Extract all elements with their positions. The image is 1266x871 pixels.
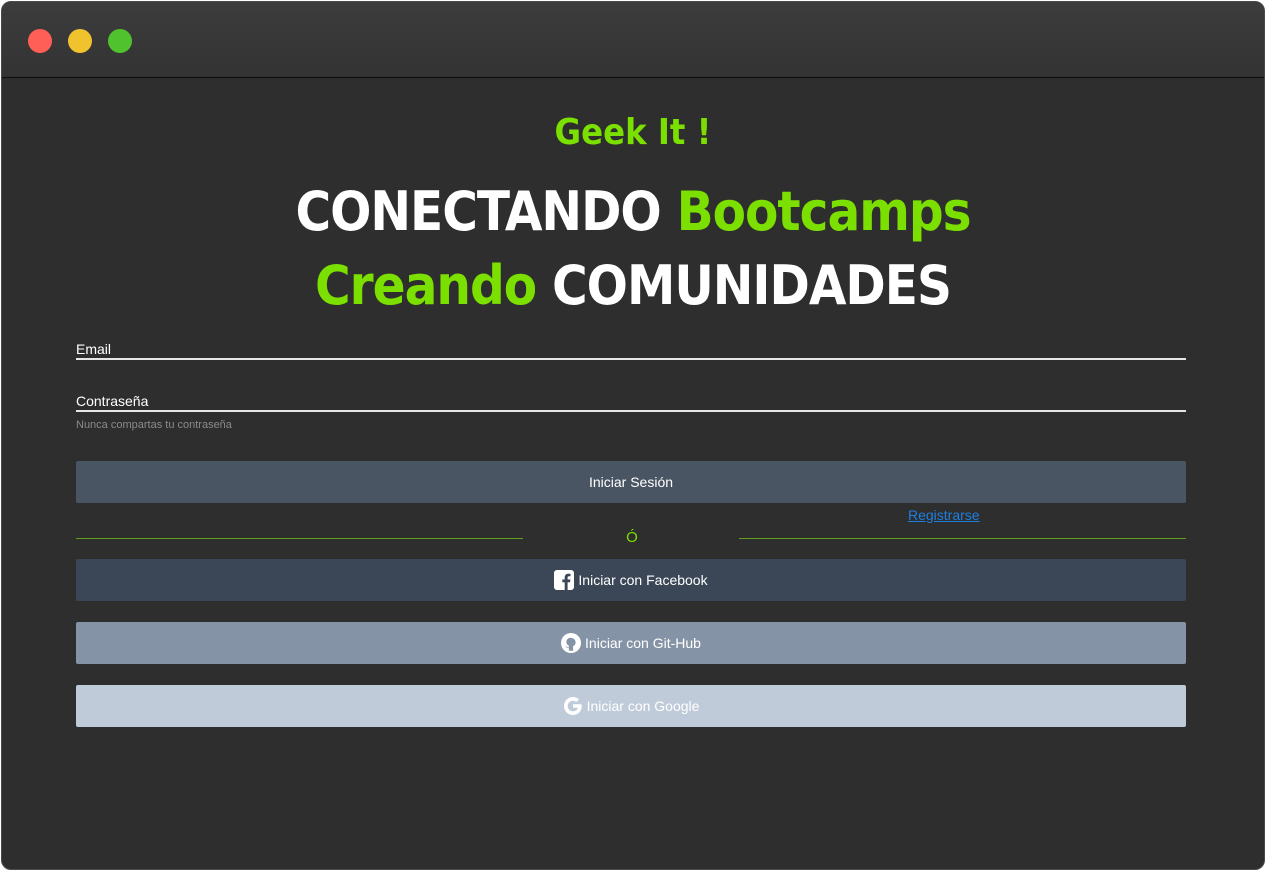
headline-line-2: Creando COMUNIDADES [2,251,1264,321]
headline-creating: Creando [315,254,537,317]
headline-bootcamps: Bootcamps [676,180,972,243]
facebook-login-label: Iniciar con Facebook [578,572,708,588]
minimize-window-button[interactable] [68,29,92,53]
title-bar [2,2,1264,78]
google-icon [563,696,583,716]
facebook-login-button[interactable]: Iniciar con Facebook [76,559,1186,601]
zoom-window-button[interactable] [108,29,132,53]
divider-line-right [739,538,1186,539]
headline-communities: COMUNIDADES [552,254,952,317]
divider-text: Ó [626,529,638,546]
headline-line-1: CONECTANDO Bootcamps [2,177,1264,247]
google-login-button[interactable]: Iniciar con Google [76,685,1186,727]
register-link[interactable]: Registrarse [908,507,980,523]
password-help-text: Nunca compartas tu contraseña [76,419,232,431]
password-field[interactable] [76,390,1186,412]
github-login-label: Iniciar con Git-Hub [585,635,701,651]
github-login-button[interactable]: Iniciar con Git-Hub [76,622,1186,664]
app-window: Geek It ! CONECTANDO Bootcamps Creando C… [1,1,1265,870]
login-page: Geek It ! CONECTANDO Bootcamps Creando C… [2,79,1264,869]
login-button[interactable]: Iniciar Sesión [76,461,1186,503]
headline-connecting: CONECTANDO [295,180,661,243]
google-login-label: Iniciar con Google [586,698,700,714]
email-field[interactable] [76,338,1186,360]
github-icon [561,633,582,653]
brand-title: Geek It ! [554,112,712,153]
divider-line-left [76,538,523,539]
facebook-icon [554,570,575,590]
close-window-button[interactable] [28,29,52,53]
login-button-label: Iniciar Sesión [588,474,674,490]
